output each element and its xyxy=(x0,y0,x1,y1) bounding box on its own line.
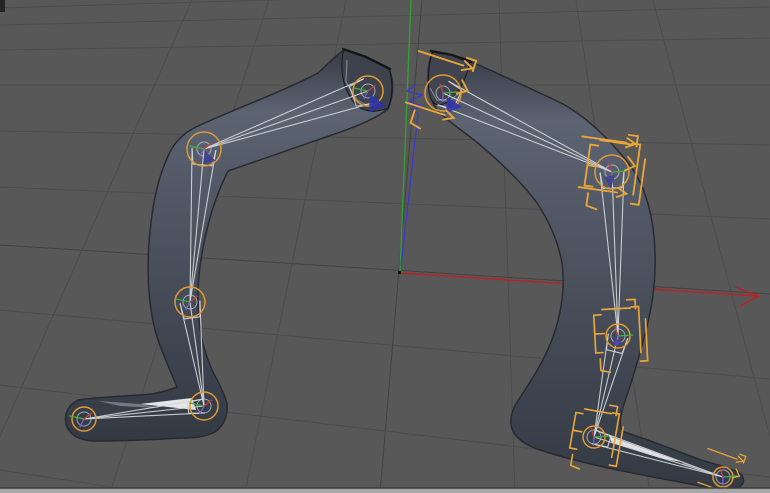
corner-mark xyxy=(0,0,5,12)
viewport-window xyxy=(0,0,770,493)
viewport-canvas[interactable] xyxy=(0,0,770,493)
viewport-border xyxy=(0,487,770,493)
world-origin-dot xyxy=(398,271,401,274)
